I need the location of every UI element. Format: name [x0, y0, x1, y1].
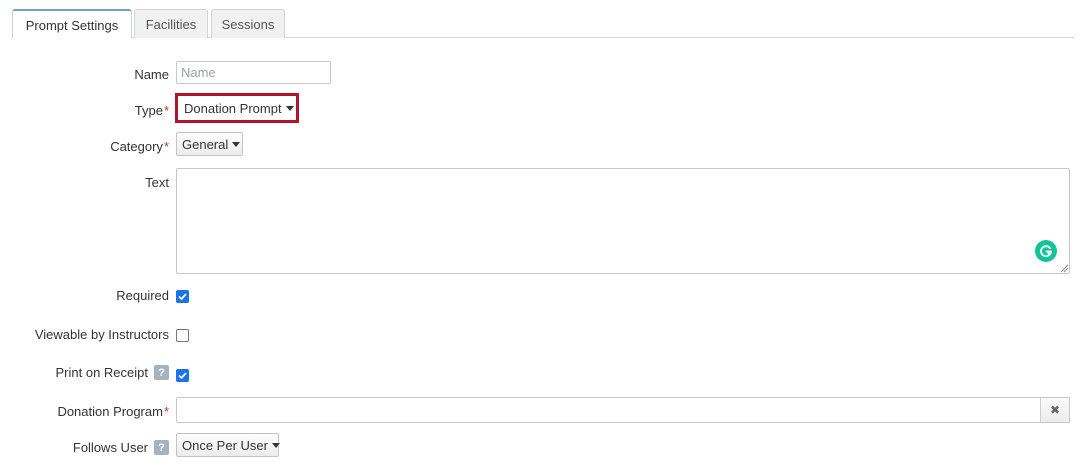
required-checkbox[interactable]: [176, 290, 189, 303]
clear-icon: ✖: [1049, 403, 1061, 417]
follows-user-label: Follows User ?: [73, 439, 169, 456]
required-mark: *: [163, 139, 169, 154]
required-mark: *: [163, 103, 169, 118]
tab-facilities[interactable]: Facilities: [134, 9, 208, 38]
category-select-value: General: [182, 136, 229, 152]
checkmark-icon: [178, 293, 187, 301]
category-label-text: Category: [110, 139, 163, 154]
viewable-by-instructors-label: Viewable by Instructors: [35, 326, 169, 343]
name-label: Name: [134, 66, 169, 83]
type-select[interactable]: Donation Prompt: [179, 97, 295, 119]
required-label-text: Required: [116, 288, 169, 303]
donation-program-label: Donation Program *: [57, 403, 169, 420]
tab-label: Prompt Settings: [25, 17, 119, 33]
caret-down-icon: [285, 105, 294, 111]
donation-label-text: Donation Program: [57, 404, 163, 419]
grammarly-g-glyph: [1040, 245, 1052, 258]
print-on-receipt-label: Print on Receipt ?: [55, 364, 169, 381]
type-label-text: Type: [134, 103, 163, 118]
viewable-by-instructors-checkbox[interactable]: [176, 329, 189, 342]
type-select-value: Donation Prompt: [184, 100, 282, 116]
type-label: Type *: [135, 102, 169, 119]
tab-bar: Prompt Settings Facilities Sessions: [12, 9, 1074, 39]
category-select[interactable]: General: [176, 132, 243, 156]
name-label-text: Name: [134, 67, 169, 82]
text-label: Text: [145, 174, 169, 191]
question-icon[interactable]: ?: [154, 440, 169, 455]
donation-program-input[interactable]: [176, 397, 1041, 423]
tab-sessions[interactable]: Sessions: [211, 9, 285, 38]
clear-button[interactable]: ✖: [1040, 397, 1070, 423]
follows-user-select-value: Once Per User: [182, 437, 268, 453]
follows-label-text: Follows User: [72, 440, 148, 455]
text-label-text: Text: [145, 175, 169, 190]
viewable-label-text: Viewable by Instructors: [34, 327, 169, 342]
caret-down-icon: [271, 442, 280, 448]
checkmark-icon: [178, 372, 187, 380]
required-mark: *: [163, 404, 169, 419]
grammarly-icon[interactable]: [1035, 240, 1057, 262]
resize-grip-icon[interactable]: [1060, 264, 1069, 273]
tab-label: Sessions: [221, 16, 275, 32]
text-textarea[interactable]: [176, 168, 1070, 274]
category-label: Category *: [110, 138, 169, 155]
print-on-receipt-checkbox[interactable]: [176, 369, 189, 382]
tab-prompt-settings[interactable]: Prompt Settings: [12, 9, 132, 39]
question-icon[interactable]: ?: [154, 365, 169, 380]
print-label-text: Print on Receipt: [55, 365, 149, 380]
tab-label: Facilities: [145, 16, 197, 32]
required-label: Required: [116, 287, 169, 304]
caret-down-icon: [232, 141, 241, 147]
follows-user-select[interactable]: Once Per User: [176, 433, 280, 457]
name-input[interactable]: [176, 61, 331, 84]
